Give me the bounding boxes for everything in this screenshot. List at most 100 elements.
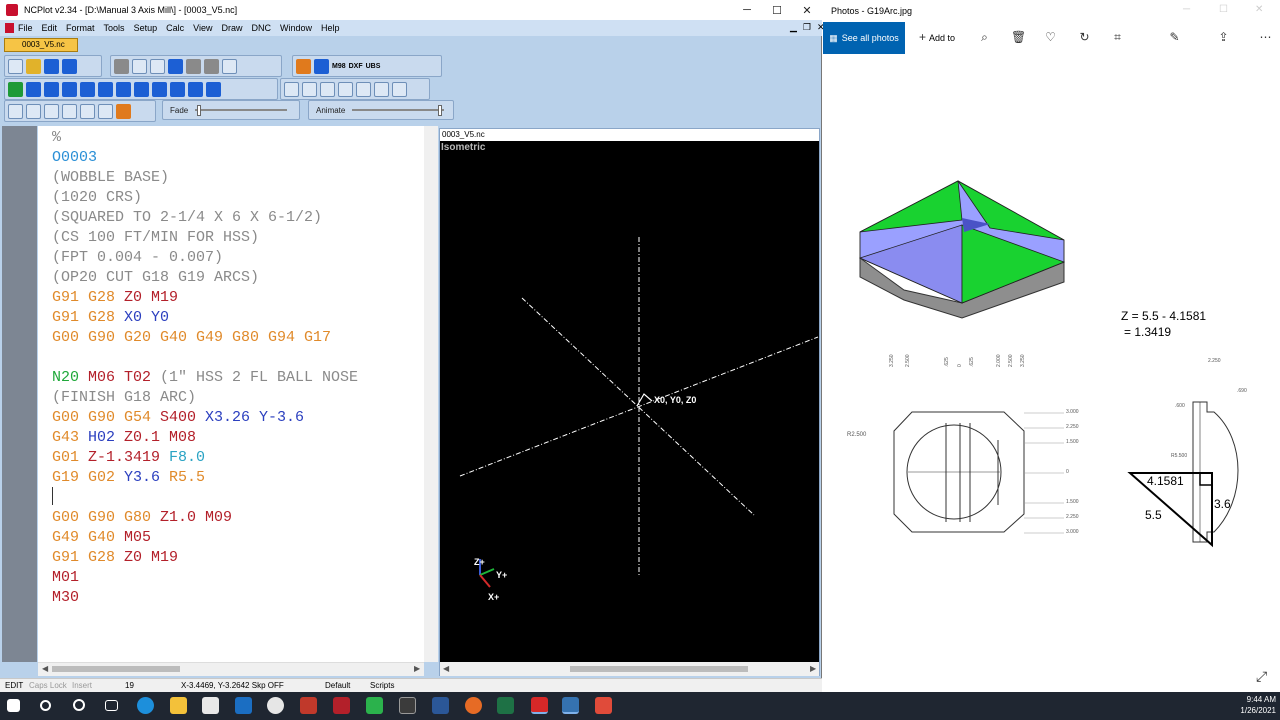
redo-icon[interactable]: [186, 58, 201, 74]
menu-setup[interactable]: Setup: [134, 23, 158, 33]
code-line[interactable]: N20 M06 T02 (1" HSS 2 FL BALL NOSE: [38, 368, 424, 388]
photos-taskbar-icon[interactable]: [562, 697, 579, 714]
copy-icon[interactable]: [132, 58, 147, 74]
editor-scroll-thumb[interactable]: [52, 666, 180, 672]
fullscreen-icon[interactable]: ⤢: [1256, 668, 1267, 685]
menu-dnc[interactable]: DNC: [251, 23, 271, 33]
mdi-document-icon[interactable]: [5, 23, 14, 33]
code-line[interactable]: G00 G90 G80 Z1.0 M09: [38, 508, 424, 528]
start-icon[interactable]: [7, 699, 20, 712]
m98-button[interactable]: M98: [332, 63, 346, 70]
zx-plane-icon[interactable]: [44, 103, 59, 119]
refresh-icon[interactable]: [8, 81, 23, 97]
search-icon[interactable]: [40, 700, 51, 711]
code-line[interactable]: G01 Z-1.3419 F8.0: [38, 448, 424, 468]
minimize-button[interactable]: ─: [732, 0, 762, 20]
viewport-scroll-thumb[interactable]: [570, 666, 748, 672]
calculator-icon[interactable]: [399, 697, 416, 714]
menu-edit[interactable]: Edit: [42, 23, 58, 33]
edge-icon[interactable]: [137, 697, 154, 714]
solidworks-icon[interactable]: [300, 697, 317, 714]
tool-end-icon[interactable]: [206, 81, 221, 97]
scroll-right-icon[interactable]: ▶: [414, 664, 420, 673]
store-icon[interactable]: [202, 697, 219, 714]
menu-view[interactable]: View: [193, 23, 212, 33]
zy-plane-icon[interactable]: [62, 103, 77, 119]
code-line[interactable]: G00 G90 G54 S400 X3.26 Y-3.6: [38, 408, 424, 428]
undo-icon[interactable]: [168, 58, 183, 74]
print-icon[interactable]: [222, 58, 237, 74]
photos-maximize-button[interactable]: ☐: [1219, 4, 1228, 15]
photos-title-bar[interactable]: Photos - G19Arc.jpg ─ ☐ ✕: [823, 0, 1280, 22]
recorder-icon[interactable]: [595, 697, 612, 714]
play-icon[interactable]: [62, 81, 77, 97]
mdi-restore-button[interactable]: ❐: [803, 22, 811, 33]
chrome-icon[interactable]: [267, 697, 284, 714]
code-line[interactable]: (FPT 0.004 - 0.007): [38, 248, 424, 268]
code-line[interactable]: M01: [38, 568, 424, 588]
cut-icon[interactable]: [114, 58, 129, 74]
scroll-left-icon[interactable]: ◀: [42, 664, 48, 673]
zoom-all-icon[interactable]: [374, 81, 389, 97]
xy-plane-icon[interactable]: [8, 103, 23, 119]
task-view-icon[interactable]: [105, 700, 118, 711]
edit-create-icon[interactable]: ✎: [1168, 30, 1181, 44]
close-button[interactable]: ✕: [792, 0, 822, 20]
code-line[interactable]: G91 G28 Z0 M19: [38, 548, 424, 568]
zoom-in-icon[interactable]: [320, 81, 335, 97]
zoom-icon[interactable]: ⌕: [978, 30, 991, 44]
save-all-icon[interactable]: [62, 58, 77, 74]
code-line[interactable]: (FINISH G18 ARC): [38, 388, 424, 408]
open-file-icon[interactable]: [26, 58, 41, 74]
delete-icon[interactable]: 🗑: [1011, 30, 1026, 44]
code-line[interactable]: (WOBBLE BASE): [38, 168, 424, 188]
clock[interactable]: 9:44 AM 1/26/2021: [1228, 694, 1276, 716]
ncplot-title-bar[interactable]: NCPlot v2.34 - [D:\Manual 3 Axis Mill\] …: [0, 0, 822, 20]
more-icon[interactable]: ⋯: [1259, 30, 1272, 44]
fade-slider[interactable]: [195, 105, 288, 116]
maximize-button[interactable]: ☐: [762, 0, 792, 20]
code-line[interactable]: (SQUARED TO 2-1/4 X 6 X 6-1/2): [38, 208, 424, 228]
stop-icon[interactable]: [170, 81, 185, 97]
cortana-icon[interactable]: [73, 699, 85, 711]
menu-format[interactable]: Format: [66, 23, 95, 33]
pan-hand-icon[interactable]: [392, 81, 407, 97]
rewind-icon[interactable]: [26, 81, 41, 97]
code-line[interactable]: [38, 488, 424, 508]
fast-forward-icon[interactable]: [98, 81, 113, 97]
machine-icon[interactable]: [296, 58, 311, 74]
animate-slider-thumb[interactable]: [438, 105, 443, 116]
step-back-icon[interactable]: [44, 81, 59, 97]
code-line[interactable]: %: [38, 128, 424, 148]
next-icon[interactable]: [134, 81, 149, 97]
document-tab[interactable]: 0003_V5.nc: [4, 38, 78, 52]
mastercam-icon[interactable]: [333, 697, 350, 714]
code-line[interactable]: [38, 348, 424, 368]
outlook-icon[interactable]: [235, 697, 252, 714]
photos-close-button[interactable]: ✕: [1255, 4, 1263, 15]
ubs-button[interactable]: UBS: [366, 63, 381, 70]
editor-vertical-scrollbar[interactable]: [424, 126, 438, 662]
camtasia-icon[interactable]: [366, 697, 383, 714]
see-all-photos-button[interactable]: ▦ See all photos: [823, 22, 905, 54]
view-plane-icon[interactable]: [98, 103, 113, 119]
excel-icon[interactable]: [497, 697, 514, 714]
code-line[interactable]: G19 G02 Y3.6 R5.5: [38, 468, 424, 488]
share-icon[interactable]: ⇪: [1217, 30, 1230, 44]
isometric-icon[interactable]: [116, 103, 131, 119]
viewport-scroll-right-icon[interactable]: ▶: [810, 664, 816, 673]
save-icon[interactable]: [44, 58, 59, 74]
add-to-label[interactable]: Add to: [929, 33, 955, 43]
menu-help[interactable]: Help: [321, 23, 340, 33]
code-line[interactable]: G91 G28 Z0 M19: [38, 288, 424, 308]
code-line[interactable]: G00 G90 G20 G40 G49 G80 G94 G17: [38, 328, 424, 348]
zoom-window-icon[interactable]: [284, 81, 299, 97]
animate-slider[interactable]: [352, 105, 445, 116]
code-line[interactable]: (1020 CRS): [38, 188, 424, 208]
add-to-icon[interactable]: +: [916, 30, 929, 44]
menu-calc[interactable]: Calc: [166, 23, 184, 33]
favorite-icon[interactable]: ♡: [1044, 30, 1057, 44]
firefox-icon[interactable]: [465, 697, 482, 714]
code-line[interactable]: M30: [38, 588, 424, 608]
dxf-button[interactable]: DXF: [349, 63, 363, 70]
